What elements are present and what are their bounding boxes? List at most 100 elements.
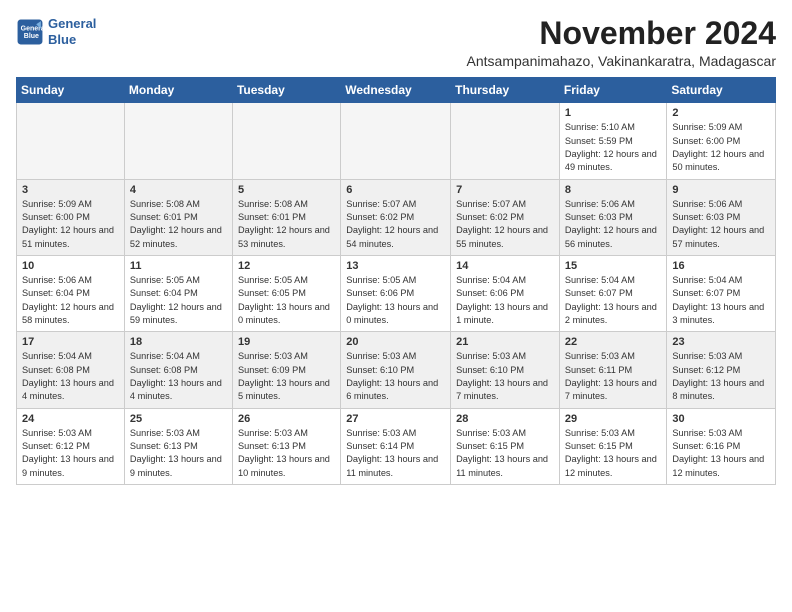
day-number: 25: [130, 413, 227, 425]
location-title: Antsampanimahazo, Vakinankaratra, Madaga…: [467, 53, 776, 69]
calendar-week-row: 17 Sunrise: 5:04 AM Sunset: 6:08 PM Dayl…: [17, 332, 776, 408]
table-row: 19 Sunrise: 5:03 AM Sunset: 6:09 PM Dayl…: [232, 332, 340, 408]
day-info: Sunrise: 5:04 AM Sunset: 6:07 PM Dayligh…: [565, 274, 661, 327]
header: General Blue General Blue November 2024 …: [16, 16, 776, 69]
table-row: [17, 103, 125, 179]
day-number: 10: [22, 260, 119, 272]
table-row: 12 Sunrise: 5:05 AM Sunset: 6:05 PM Dayl…: [232, 255, 340, 331]
table-row: 16 Sunrise: 5:04 AM Sunset: 6:07 PM Dayl…: [667, 255, 776, 331]
day-info: Sunrise: 5:09 AM Sunset: 6:00 PM Dayligh…: [672, 121, 770, 174]
table-row: 21 Sunrise: 5:03 AM Sunset: 6:10 PM Dayl…: [451, 332, 560, 408]
day-number: 2: [672, 107, 770, 119]
day-number: 23: [672, 336, 770, 348]
day-info: Sunrise: 5:06 AM Sunset: 6:03 PM Dayligh…: [672, 198, 770, 251]
day-number: 9: [672, 184, 770, 196]
table-row: 9 Sunrise: 5:06 AM Sunset: 6:03 PM Dayli…: [667, 179, 776, 255]
day-info: Sunrise: 5:03 AM Sunset: 6:10 PM Dayligh…: [456, 350, 554, 403]
table-row: 22 Sunrise: 5:03 AM Sunset: 6:11 PM Dayl…: [559, 332, 666, 408]
day-info: Sunrise: 5:05 AM Sunset: 6:04 PM Dayligh…: [130, 274, 227, 327]
day-info: Sunrise: 5:08 AM Sunset: 6:01 PM Dayligh…: [130, 198, 227, 251]
day-info: Sunrise: 5:09 AM Sunset: 6:00 PM Dayligh…: [22, 198, 119, 251]
calendar-week-row: 10 Sunrise: 5:06 AM Sunset: 6:04 PM Dayl…: [17, 255, 776, 331]
day-number: 8: [565, 184, 661, 196]
day-number: 18: [130, 336, 227, 348]
table-row: [232, 103, 340, 179]
day-number: 26: [238, 413, 335, 425]
table-row: 23 Sunrise: 5:03 AM Sunset: 6:12 PM Dayl…: [667, 332, 776, 408]
header-saturday: Saturday: [667, 78, 776, 103]
header-friday: Friday: [559, 78, 666, 103]
day-info: Sunrise: 5:06 AM Sunset: 6:04 PM Dayligh…: [22, 274, 119, 327]
day-info: Sunrise: 5:06 AM Sunset: 6:03 PM Dayligh…: [565, 198, 661, 251]
day-info: Sunrise: 5:07 AM Sunset: 6:02 PM Dayligh…: [346, 198, 445, 251]
day-info: Sunrise: 5:08 AM Sunset: 6:01 PM Dayligh…: [238, 198, 335, 251]
day-number: 15: [565, 260, 661, 272]
svg-text:Blue: Blue: [24, 33, 39, 40]
day-info: Sunrise: 5:05 AM Sunset: 6:06 PM Dayligh…: [346, 274, 445, 327]
calendar-week-row: 3 Sunrise: 5:09 AM Sunset: 6:00 PM Dayli…: [17, 179, 776, 255]
table-row: 7 Sunrise: 5:07 AM Sunset: 6:02 PM Dayli…: [451, 179, 560, 255]
day-info: Sunrise: 5:04 AM Sunset: 6:08 PM Dayligh…: [22, 350, 119, 403]
day-number: 5: [238, 184, 335, 196]
table-row: 5 Sunrise: 5:08 AM Sunset: 6:01 PM Dayli…: [232, 179, 340, 255]
day-info: Sunrise: 5:04 AM Sunset: 6:07 PM Dayligh…: [672, 274, 770, 327]
table-row: 8 Sunrise: 5:06 AM Sunset: 6:03 PM Dayli…: [559, 179, 666, 255]
day-info: Sunrise: 5:05 AM Sunset: 6:05 PM Dayligh…: [238, 274, 335, 327]
day-number: 1: [565, 107, 661, 119]
day-number: 17: [22, 336, 119, 348]
day-number: 6: [346, 184, 445, 196]
day-number: 14: [456, 260, 554, 272]
table-row: 3 Sunrise: 5:09 AM Sunset: 6:00 PM Dayli…: [17, 179, 125, 255]
header-tuesday: Tuesday: [232, 78, 340, 103]
day-info: Sunrise: 5:03 AM Sunset: 6:12 PM Dayligh…: [672, 350, 770, 403]
table-row: 24 Sunrise: 5:03 AM Sunset: 6:12 PM Dayl…: [17, 408, 125, 484]
day-info: Sunrise: 5:04 AM Sunset: 6:08 PM Dayligh…: [130, 350, 227, 403]
table-row: 1 Sunrise: 5:10 AM Sunset: 5:59 PM Dayli…: [559, 103, 666, 179]
day-info: Sunrise: 5:03 AM Sunset: 6:14 PM Dayligh…: [346, 427, 445, 480]
header-wednesday: Wednesday: [341, 78, 451, 103]
day-number: 12: [238, 260, 335, 272]
logo: General Blue General Blue: [16, 16, 96, 47]
day-info: Sunrise: 5:03 AM Sunset: 6:13 PM Dayligh…: [130, 427, 227, 480]
day-number: 29: [565, 413, 661, 425]
table-row: 6 Sunrise: 5:07 AM Sunset: 6:02 PM Dayli…: [341, 179, 451, 255]
calendar: Sunday Monday Tuesday Wednesday Thursday…: [16, 77, 776, 485]
table-row: 2 Sunrise: 5:09 AM Sunset: 6:00 PM Dayli…: [667, 103, 776, 179]
day-number: 24: [22, 413, 119, 425]
table-row: 25 Sunrise: 5:03 AM Sunset: 6:13 PM Dayl…: [124, 408, 232, 484]
header-monday: Monday: [124, 78, 232, 103]
calendar-header-row: Sunday Monday Tuesday Wednesday Thursday…: [17, 78, 776, 103]
day-number: 16: [672, 260, 770, 272]
day-number: 22: [565, 336, 661, 348]
table-row: 27 Sunrise: 5:03 AM Sunset: 6:14 PM Dayl…: [341, 408, 451, 484]
day-number: 30: [672, 413, 770, 425]
day-number: 19: [238, 336, 335, 348]
day-info: Sunrise: 5:07 AM Sunset: 6:02 PM Dayligh…: [456, 198, 554, 251]
table-row: 4 Sunrise: 5:08 AM Sunset: 6:01 PM Dayli…: [124, 179, 232, 255]
day-info: Sunrise: 5:10 AM Sunset: 5:59 PM Dayligh…: [565, 121, 661, 174]
logo-text-line1: General: [48, 16, 96, 32]
logo-text-line2: Blue: [48, 32, 96, 48]
table-row: 26 Sunrise: 5:03 AM Sunset: 6:13 PM Dayl…: [232, 408, 340, 484]
calendar-week-row: 1 Sunrise: 5:10 AM Sunset: 5:59 PM Dayli…: [17, 103, 776, 179]
day-number: 4: [130, 184, 227, 196]
logo-icon: General Blue: [16, 18, 44, 46]
day-number: 21: [456, 336, 554, 348]
table-row: [124, 103, 232, 179]
table-row: 11 Sunrise: 5:05 AM Sunset: 6:04 PM Dayl…: [124, 255, 232, 331]
day-info: Sunrise: 5:03 AM Sunset: 6:15 PM Dayligh…: [456, 427, 554, 480]
header-thursday: Thursday: [451, 78, 560, 103]
day-info: Sunrise: 5:03 AM Sunset: 6:15 PM Dayligh…: [565, 427, 661, 480]
table-row: 20 Sunrise: 5:03 AM Sunset: 6:10 PM Dayl…: [341, 332, 451, 408]
day-info: Sunrise: 5:03 AM Sunset: 6:12 PM Dayligh…: [22, 427, 119, 480]
header-sunday: Sunday: [17, 78, 125, 103]
table-row: 15 Sunrise: 5:04 AM Sunset: 6:07 PM Dayl…: [559, 255, 666, 331]
day-info: Sunrise: 5:03 AM Sunset: 6:09 PM Dayligh…: [238, 350, 335, 403]
day-number: 11: [130, 260, 227, 272]
day-number: 7: [456, 184, 554, 196]
table-row: 28 Sunrise: 5:03 AM Sunset: 6:15 PM Dayl…: [451, 408, 560, 484]
day-info: Sunrise: 5:03 AM Sunset: 6:13 PM Dayligh…: [238, 427, 335, 480]
day-number: 3: [22, 184, 119, 196]
day-info: Sunrise: 5:04 AM Sunset: 6:06 PM Dayligh…: [456, 274, 554, 327]
day-number: 20: [346, 336, 445, 348]
